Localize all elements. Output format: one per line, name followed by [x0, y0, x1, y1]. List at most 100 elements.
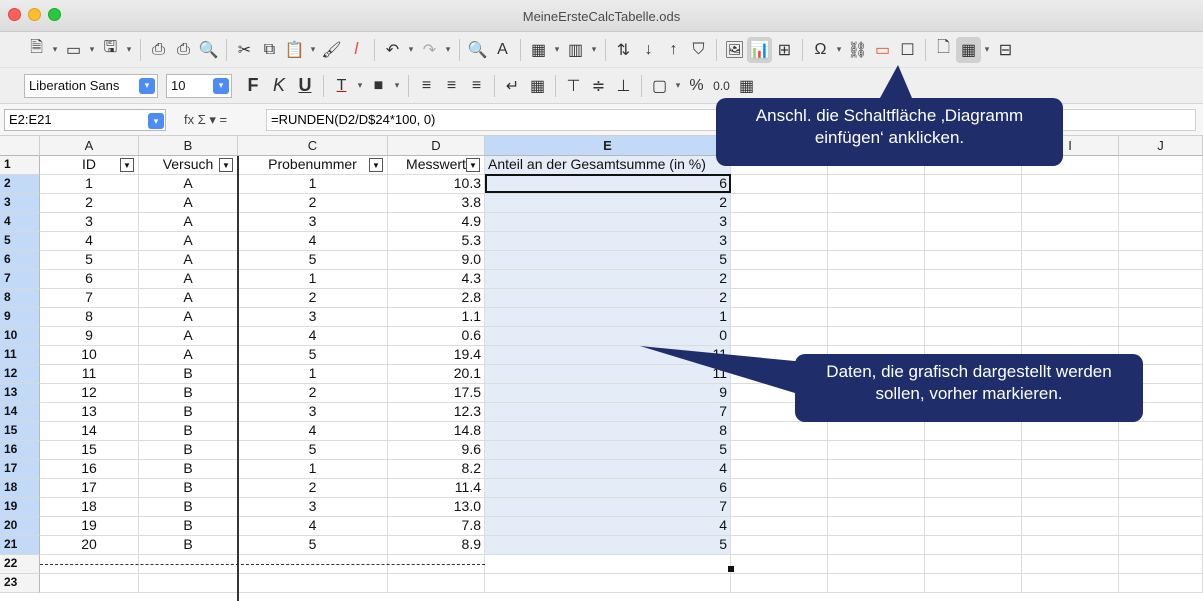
table-cell[interactable] [1022, 574, 1119, 593]
table-cell[interactable] [238, 574, 388, 593]
table-cell[interactable] [925, 479, 1022, 498]
column-header-c[interactable]: C [238, 136, 388, 156]
table-cell[interactable] [1022, 232, 1119, 251]
table-cell[interactable]: 9.6 [388, 441, 485, 460]
chevron-down-icon[interactable]: ▾ [123, 37, 135, 63]
table-cell[interactable] [731, 251, 828, 270]
table-cell[interactable]: 7 [485, 498, 731, 517]
table-cell[interactable]: 1 [40, 175, 139, 194]
table-cell[interactable] [731, 175, 828, 194]
table-cell[interactable]: 8.2 [388, 460, 485, 479]
table-cell[interactable]: 3.8 [388, 194, 485, 213]
table-cell[interactable]: 4.9 [388, 213, 485, 232]
table-cell[interactable] [925, 327, 1022, 346]
table-cell[interactable] [1119, 479, 1203, 498]
table-cell[interactable] [1119, 555, 1203, 574]
align-middle-icon[interactable]: ≑ [586, 73, 611, 99]
table-cell[interactable] [731, 574, 828, 593]
date-icon[interactable]: ▦ [734, 73, 759, 99]
table-cell[interactable]: 3 [485, 232, 731, 251]
currency-icon[interactable]: ▢ [647, 73, 672, 99]
row-header[interactable]: 18 [0, 479, 40, 498]
row-header[interactable]: 20 [0, 517, 40, 536]
paste-icon[interactable]: 📋 [282, 37, 307, 63]
table-cell[interactable]: 3 [238, 498, 388, 517]
table-cell[interactable]: 4 [238, 422, 388, 441]
insert-chart-icon[interactable]: 📊 [747, 36, 772, 63]
sort-desc-icon[interactable]: ↑ [661, 37, 686, 63]
table-cell[interactable] [1022, 251, 1119, 270]
chevron-down-icon[interactable]: ▾ [391, 73, 403, 99]
table-cell[interactable]: B [139, 422, 238, 441]
table-cell[interactable]: 2 [238, 479, 388, 498]
decimal-button[interactable]: 0.0 [709, 73, 734, 99]
row-header[interactable]: 8 [0, 289, 40, 308]
font-color-icon[interactable]: T [329, 73, 354, 99]
table-cell[interactable] [1119, 536, 1203, 555]
table-cell[interactable]: 13.0 [388, 498, 485, 517]
redo-icon[interactable]: ↷ [417, 37, 442, 63]
name-box[interactable]: E2:E21 [4, 109, 166, 131]
chevron-down-icon[interactable]: ▾ [551, 37, 563, 63]
table-cell[interactable]: 3 [485, 213, 731, 232]
table-cell[interactable] [925, 289, 1022, 308]
table-cell[interactable]: 5 [238, 441, 388, 460]
table-cell[interactable]: B [139, 479, 238, 498]
row-header[interactable]: 1 [0, 156, 40, 175]
table-cell[interactable]: 9.0 [388, 251, 485, 270]
table-cell[interactable] [925, 232, 1022, 251]
table-cell[interactable]: 2 [238, 289, 388, 308]
table-cell[interactable] [925, 251, 1022, 270]
chevron-down-icon[interactable]: ▾ [307, 37, 319, 63]
table-cell[interactable] [1022, 327, 1119, 346]
table-cell[interactable]: A [139, 289, 238, 308]
table-cell[interactable]: 10.3 [388, 175, 485, 194]
table-cell[interactable] [1119, 175, 1203, 194]
sort-ascending-icon[interactable]: ⇅ [611, 37, 636, 63]
table-cell[interactable] [828, 479, 925, 498]
row-header[interactable]: 12 [0, 365, 40, 384]
table-cell[interactable] [828, 251, 925, 270]
table-cell[interactable]: 11.4 [388, 479, 485, 498]
table-cell[interactable]: 2 [485, 289, 731, 308]
row-header[interactable]: 21 [0, 536, 40, 555]
table-cell[interactable]: 7 [485, 403, 731, 422]
column-header-b[interactable]: B [139, 136, 238, 156]
table-cell[interactable]: 17.5 [388, 384, 485, 403]
table-cell[interactable] [485, 574, 731, 593]
table-cell[interactable] [731, 498, 828, 517]
table-cell[interactable] [925, 460, 1022, 479]
table-cell[interactable]: 6 [485, 479, 731, 498]
table-cell[interactable] [731, 327, 828, 346]
header-cell-c[interactable]: Probenummer ▼ [238, 156, 388, 175]
table-cell[interactable]: B [139, 441, 238, 460]
table-cell[interactable]: B [139, 536, 238, 555]
table-cell[interactable] [1022, 422, 1119, 441]
table-cell[interactable]: 4.3 [388, 270, 485, 289]
table-cell[interactable]: 4 [485, 460, 731, 479]
table-cell[interactable] [1119, 270, 1203, 289]
table-cell[interactable]: 5.3 [388, 232, 485, 251]
table-cell[interactable]: 5 [485, 251, 731, 270]
table-cell[interactable] [731, 213, 828, 232]
table-cell[interactable]: 11 [40, 365, 139, 384]
table-cell[interactable] [1119, 422, 1203, 441]
column-header-a[interactable]: A [40, 136, 139, 156]
align-left-icon[interactable]: ≡ [414, 73, 439, 99]
table-cell[interactable]: A [139, 213, 238, 232]
table-cell[interactable] [828, 308, 925, 327]
save-icon[interactable]: 🖫 [98, 37, 123, 63]
table-cell[interactable]: 5 [238, 346, 388, 365]
highlight-color-icon[interactable]: ■ [366, 73, 391, 99]
column-header-d[interactable]: D [388, 136, 485, 156]
table-cell[interactable] [485, 555, 731, 574]
header-cell-a[interactable]: ID ▼ [40, 156, 139, 175]
row-header[interactable]: 10 [0, 327, 40, 346]
hyperlink-icon[interactable]: ⛓ [845, 37, 870, 63]
find-icon[interactable]: 🔍 [465, 37, 490, 63]
table-cell[interactable] [1022, 270, 1119, 289]
table-cell[interactable]: 2 [238, 384, 388, 403]
copy-icon[interactable]: ⧉ [257, 37, 282, 63]
table-cell[interactable]: 1 [485, 308, 731, 327]
table-cell[interactable]: 1 [238, 365, 388, 384]
